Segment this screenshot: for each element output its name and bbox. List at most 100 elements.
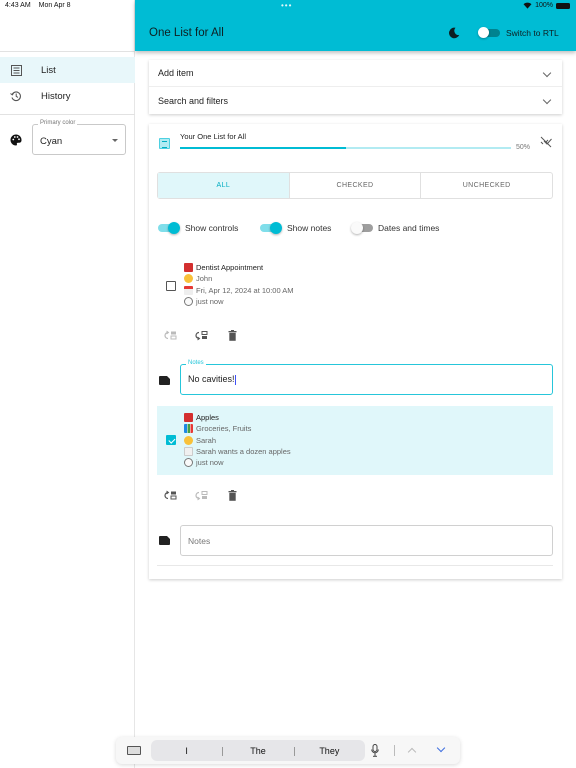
note-icon: [159, 536, 170, 545]
keyboard-assistant-bar: I The They: [116, 737, 460, 764]
show-notes-switch[interactable]: Show notes: [260, 222, 331, 234]
item-categories: Groceries, Fruits: [196, 424, 252, 434]
dropdown-caret-icon: [112, 139, 118, 142]
item-title: Dentist Appointment: [196, 263, 264, 272]
book-icon: [184, 263, 193, 273]
item-title: Apples: [196, 413, 219, 422]
battery-icon: [556, 2, 570, 9]
list-item: Dentist Appointment John Fri, Apr 12, 20…: [157, 259, 553, 311]
toggle-switch[interactable]: [260, 222, 282, 234]
person-icon: [184, 435, 193, 445]
list-icon: [159, 138, 170, 149]
suggestion[interactable]: I: [151, 746, 222, 756]
show-controls-switch[interactable]: Show controls: [158, 222, 238, 234]
item-assignee: John: [196, 274, 213, 284]
item-checkbox[interactable]: [166, 281, 176, 291]
trash-icon: [228, 329, 236, 341]
card-divider: [157, 565, 553, 566]
progress-label: 50%: [516, 144, 531, 151]
app-title: One List for All: [149, 27, 224, 39]
item-details: Dentist Appointment John Fri, Apr 12, 20…: [184, 262, 294, 307]
book-icon: [184, 413, 193, 423]
chevron-down-icon[interactable]: [436, 743, 446, 753]
move-up-button[interactable]: [163, 489, 177, 501]
switch-label: Dates and times: [378, 223, 440, 233]
moon-icon[interactable]: [448, 27, 460, 39]
primary-color-label: Primary color: [38, 120, 78, 126]
sidebar-item-history[interactable]: History: [0, 83, 135, 109]
tab-checked[interactable]: CHECKED: [288, 173, 421, 198]
dates-times-switch[interactable]: Dates and times: [351, 222, 439, 234]
memo-icon: [184, 447, 193, 457]
chevron-down-icon: [542, 68, 552, 78]
tab-all[interactable]: ALL: [158, 173, 289, 198]
rtl-toggle[interactable]: [478, 27, 500, 38]
switch-label: Show notes: [287, 223, 332, 233]
status-time: 4:43 AM: [5, 2, 31, 9]
toggle-switch[interactable]: [158, 222, 180, 234]
delete-button[interactable]: [225, 329, 239, 341]
divider: [394, 745, 395, 756]
move-down-button[interactable]: [194, 329, 208, 341]
person-icon: [184, 274, 193, 284]
chevron-up-icon[interactable]: [407, 747, 417, 757]
microphone-icon[interactable]: [371, 744, 379, 757]
rtl-toggle-thumb: [478, 27, 489, 38]
item-note: Sarah wants a dozen apples: [196, 446, 291, 456]
progress-bar: [180, 147, 511, 149]
accordion-label: Add item: [158, 68, 194, 78]
move-down-button[interactable]: [194, 489, 208, 501]
rtl-label: Switch to RTL: [506, 28, 559, 38]
filter-tabs: ALL CHECKED UNCHECKED: [157, 172, 553, 199]
accordion-panel: Add item Search and filters: [149, 60, 562, 114]
item-updated: just now: [196, 458, 224, 468]
notes-value: No cavities!: [188, 374, 235, 384]
add-item-accordion[interactable]: Add item: [149, 60, 562, 87]
accordion-label: Search and filters: [158, 95, 229, 106]
multitasking-dots[interactable]: •••: [281, 1, 292, 10]
chevron-down-icon: [542, 95, 552, 105]
trash-icon: [228, 489, 236, 501]
suggestions: I The They: [151, 740, 365, 761]
item-date: Fri, Apr 12, 2024 at 10:00 AM: [196, 285, 294, 295]
sidebar-item-list[interactable]: List: [0, 57, 135, 83]
list-title: Your One List for All: [180, 132, 247, 141]
battery-percent: 100%: [535, 2, 553, 9]
clock-icon: [184, 297, 193, 307]
item-controls: [163, 489, 239, 501]
search-filters-accordion[interactable]: Search and filters: [149, 87, 562, 114]
item-notes-input[interactable]: Notes No cavities!: [180, 360, 553, 395]
notes-label: Notes: [186, 360, 206, 366]
list-card: Your One List for All 50% ALL CHECKED UN…: [149, 124, 562, 579]
suggestion[interactable]: The: [222, 746, 293, 756]
status-bar-left: 4:43 AM Mon Apr 8: [5, 2, 77, 9]
category-icon: [184, 424, 193, 434]
toggle-switch[interactable]: [351, 222, 373, 234]
wifi-icon: [523, 2, 532, 9]
suggestion[interactable]: They: [293, 746, 365, 756]
sidebar-divider: [0, 51, 135, 52]
sidebar-item-label: List: [41, 64, 56, 76]
delete-button[interactable]: [225, 489, 239, 501]
move-up-button[interactable]: [163, 329, 177, 341]
text-cursor: [234, 374, 236, 385]
list-item: Apples Groceries, Fruits Sarah Sarah wan…: [157, 406, 553, 475]
progress-fill: [180, 147, 346, 149]
sidebar-divider: [0, 114, 135, 115]
app-bar: One List for All Switch to RTL: [135, 0, 576, 51]
note-icon: [159, 376, 170, 385]
item-details: Apples Groceries, Fruits Sarah Sarah wan…: [184, 412, 291, 468]
primary-color-select[interactable]: Primary color Cyan: [32, 120, 126, 155]
switch-label: Show controls: [185, 223, 239, 233]
list-icon: [10, 64, 22, 76]
clock-icon: [184, 458, 193, 468]
primary-color-value: Cyan: [40, 136, 63, 147]
hide-completed-icon[interactable]: [540, 136, 552, 148]
item-checkbox[interactable]: [166, 435, 176, 445]
status-date: Mon Apr 8: [38, 2, 71, 9]
status-bar-right: 100%: [523, 2, 570, 9]
sidebar: List History Primary color Cyan: [0, 0, 135, 768]
tab-unchecked[interactable]: UNCHECKED: [420, 173, 552, 198]
keyboard-icon[interactable]: [127, 746, 141, 755]
item-notes-input[interactable]: Notes: [180, 525, 553, 556]
